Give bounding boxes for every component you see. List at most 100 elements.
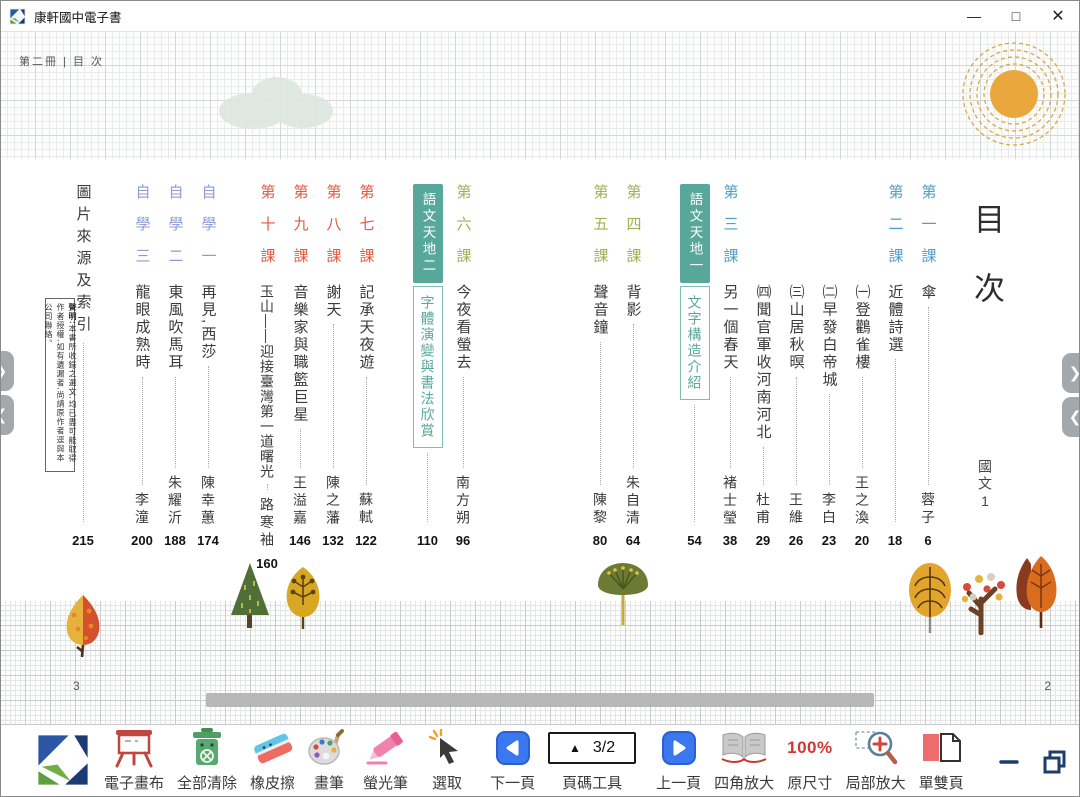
entry-author: 王維 [786, 492, 806, 527]
entry-page-number: 122 [355, 533, 377, 548]
dotted-leader [796, 377, 797, 486]
tree-umbrella-icon [594, 559, 652, 629]
entry-author: 王溢嘉 [290, 475, 310, 528]
lesson-number-label: 第十課 [257, 184, 278, 284]
toc-entry-7[interactable]: 語文天地一文字構造介紹54 [681, 184, 708, 548]
right-edge-next-arrow[interactable]: ❯ [1062, 353, 1080, 393]
cloud-decoration [211, 67, 337, 133]
toc-entry-1[interactable]: 語文天地二字體演變與書法欣賞110 [414, 184, 441, 548]
tree-oval-veins-icon [906, 561, 954, 635]
tool-canvas[interactable]: 電子畫布 [104, 725, 164, 797]
entry-page-number: 38 [723, 533, 737, 548]
entry-title: 今夜看螢去 [453, 284, 474, 372]
entry-page-number: 215 [72, 533, 94, 548]
tool-label: 原尺寸 [787, 772, 832, 793]
tool-single-double-page[interactable]: 單雙頁 [919, 725, 964, 797]
language-corner-badge: 語文天地一 [680, 184, 710, 283]
tool-corner-zoom[interactable]: 四角放大 [714, 725, 774, 797]
tool-brush[interactable]: 畫筆 [308, 725, 350, 797]
horizontal-scrollbar-thumb[interactable] [206, 693, 874, 707]
entry-title: 記承天夜遊 [356, 284, 377, 372]
eraser-icon [251, 725, 295, 771]
entry-author: 王之渙 [852, 475, 872, 528]
note-label: 聲明: [68, 303, 77, 325]
tool-partial-zoom[interactable]: 局部放大 [846, 725, 906, 797]
entry-page-number: 110 [417, 533, 438, 548]
toc-entry-0[interactable]: 第一課傘蓉子6 [917, 184, 939, 548]
ebook-app-window: 康軒國中電子書 — □ ✕ 第二冊 | 目 次 目次 國文1 第一課傘蓉子6第二… [0, 0, 1080, 797]
kanghsuan-logo-icon [35, 732, 91, 788]
tool-clear-all[interactable]: 全部清除 [177, 725, 237, 797]
tool-highlighter[interactable]: 螢光筆 [363, 725, 408, 797]
tool-eraser[interactable]: 橡皮擦 [250, 725, 295, 797]
toc-entry-5[interactable]: 第十課玉山——迎接臺灣第一道曙光路寒袖160 [256, 184, 278, 548]
maximize-button[interactable]: □ [995, 1, 1037, 31]
toc-right-page: 第一課傘蓉子6 第二課近體詩選 18 ㈠登鸛雀樓王之渙 20 ㈡早發白帝城李白23 ㈢山居秋… [589, 184, 939, 548]
title-bar: 康軒國中電子書 — □ ✕ [1, 1, 1079, 32]
prev-page-icon [662, 725, 696, 771]
toc-entry-7[interactable]: 自學二東風吹馬耳朱耀沂188 [164, 184, 186, 548]
dotted-leader [427, 453, 428, 523]
app-logo-icon [9, 8, 26, 25]
toc-entry-4[interactable]: 第九課音樂家與職籃巨星王溢嘉146 [289, 184, 311, 548]
tree-orange-leaf-icon [61, 593, 105, 659]
tool-prev-page[interactable]: 上一頁 [656, 725, 701, 797]
tool-label: 螢光筆 [363, 772, 408, 793]
right-edge-prev-arrow[interactable]: ❮ [1062, 397, 1080, 437]
entry-author: 蘇軾 [356, 492, 376, 527]
left-edge-next-arrow[interactable]: ❯ [0, 351, 14, 391]
entry-title: ㈢山居秋暝 [786, 284, 807, 372]
entry-title: 另一個春天 [720, 284, 741, 372]
toc-entry-2[interactable]: 第七課記承天夜遊蘇軾122 [355, 184, 377, 548]
toc-entry-0[interactable]: 第六課今夜看螢去南方朔96 [452, 184, 474, 548]
lesson-number-label: 第二課 [885, 184, 906, 284]
page-indicator-box[interactable]: ▲ 3/2 [548, 732, 636, 764]
toolbar-minimize-button[interactable] [998, 745, 1020, 779]
entry-title: 背影 [623, 284, 644, 319]
toc-left-page: 第六課今夜看螢去南方朔96語文天地二字體演變與書法欣賞110第七課記承天夜遊蘇軾… [72, 184, 474, 548]
close-button[interactable]: ✕ [1037, 1, 1079, 31]
language-corner-title: 文字構造介紹 [680, 286, 710, 400]
toc-entry-9[interactable]: 第五課聲音鐘陳黎80 [589, 184, 611, 548]
tool-page-number[interactable]: ▲ 3/2 頁碼工具 [548, 725, 636, 797]
tool-next-page[interactable]: 下一頁 [490, 725, 535, 797]
toc-entry-3[interactable]: 第八課謝天陳之藩132 [322, 184, 344, 548]
entry-page-number: 80 [593, 533, 607, 548]
entry-page-number: 20 [855, 533, 869, 548]
entry-title: ㈠登鸛雀樓 [852, 284, 873, 372]
minimize-button[interactable]: — [953, 1, 995, 31]
entry-author: 李潼 [132, 492, 152, 527]
lesson-number-label: 自學一 [198, 184, 219, 284]
toc-entry-8[interactable]: 第四課背影朱自清64 [622, 184, 644, 548]
entry-page-number: 18 [888, 533, 902, 548]
entry-title: ㈡早發白帝城 [819, 284, 840, 389]
tool-original-size[interactable]: 100% 原尺寸 [787, 725, 832, 797]
toolbar-restore-button[interactable] [1042, 745, 1068, 779]
entry-page-number: 64 [626, 533, 640, 548]
toc-entry-4[interactable]: ㈢山居秋暝王維26 [785, 184, 807, 548]
dotted-leader [600, 342, 601, 486]
entry-page-number: 29 [756, 533, 770, 548]
toc-entry-5[interactable]: ㈣聞官軍收河南河北杜甫29 [752, 184, 774, 548]
kanghsuan-logo [35, 732, 91, 793]
tree-berries-icon [957, 569, 1009, 635]
toc-entry-2[interactable]: ㈠登鸛雀樓王之渙 20 [851, 184, 873, 548]
left-edge-prev-arrow[interactable]: ❮ [0, 395, 14, 435]
dotted-leader [142, 377, 143, 486]
tool-label: 四角放大 [714, 772, 774, 793]
entry-page-number: 174 [197, 533, 219, 548]
page-title: 目次 [964, 203, 1009, 341]
toc-entry-1[interactable]: 第二課近體詩選 18 [884, 184, 906, 548]
tool-label: 頁碼工具 [562, 772, 622, 793]
graph-paper-top-band [1, 31, 1079, 159]
hundred-percent-icon: 100% [787, 738, 832, 758]
toc-entry-6[interactable]: 自學一再見,西莎陳幸蕙174 [197, 184, 219, 548]
tool-select[interactable]: 選取 [428, 725, 466, 797]
toc-entry-6[interactable]: 第三課另一個春天褚士瑩38 [719, 184, 741, 548]
entry-author: 朱耀沂 [165, 475, 185, 528]
toc-entry-8[interactable]: 自學三龍眼成熟時李潼200 [131, 184, 153, 548]
toc-entry-3[interactable]: ㈡早發白帝城李白23 [818, 184, 840, 548]
entry-title: 近體詩選 [885, 284, 906, 354]
dotted-leader [829, 394, 830, 485]
tree-pine-icon [227, 561, 273, 631]
